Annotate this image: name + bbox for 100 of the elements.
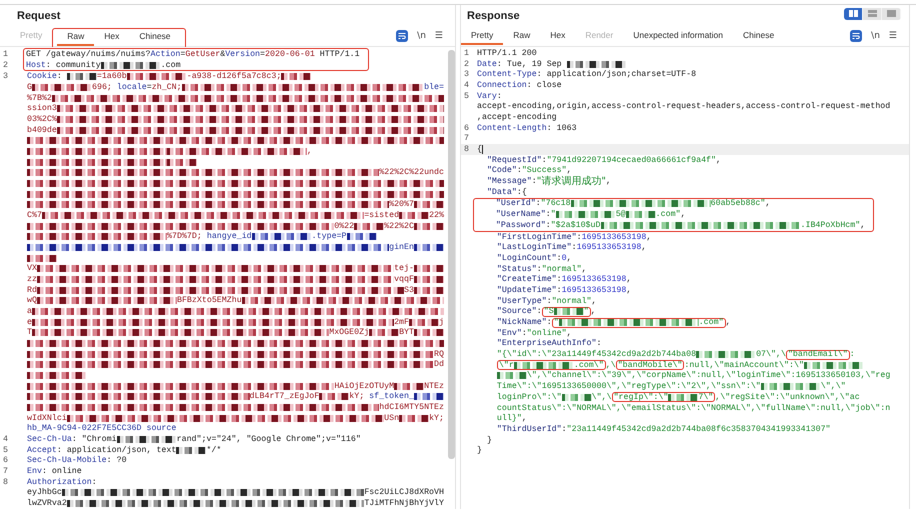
- code-token: wQ: [27, 296, 37, 306]
- code-token: .com\": [574, 360, 604, 370]
- code-token: \",\: [592, 392, 612, 402]
- code-token: :: [556, 254, 562, 263]
- tab[interactable]: Chinese: [129, 28, 181, 46]
- code-token: locale: [116, 82, 147, 92]
- code-token: \",\"channel\":\"39\",\"corpName\":null,\"loginTime\":1695133650103,\"reg: [526, 371, 890, 380]
- code-token: ,\: [606, 360, 616, 370]
- tab[interactable]: Hex: [540, 28, 576, 44]
- code-token: HTTP/1.1: [318, 50, 360, 59]
- code-token: ,: [860, 220, 866, 230]
- code-token: Rd: [27, 286, 37, 295]
- code-token: :: [536, 199, 541, 208]
- code-token: Dd: [434, 360, 444, 370]
- code-token: kY;: [429, 414, 444, 423]
- code-token: dLB4rT7_zEgJoF: [250, 392, 320, 402]
- redaction-mosaic: [414, 393, 444, 400]
- code-token: "LastLoginTime": [496, 243, 572, 252]
- code-token: 22%: [429, 210, 444, 220]
- code-token: "UserName": [494, 210, 546, 220]
- code-token: .IB4PoXbHcm": [800, 220, 860, 230]
- tab[interactable]: Hex: [94, 28, 130, 46]
- code-token: kY;: [349, 392, 364, 402]
- redaction-mosaic: [319, 393, 350, 400]
- code-token: Content-Type: [477, 70, 537, 80]
- code-token: */*: [206, 446, 222, 455]
- code-token: ,: [592, 296, 597, 306]
- redaction-mosaic: [346, 233, 377, 240]
- wrap-toggle[interactable]: [396, 30, 408, 42]
- code-token: ,\"regSite\":\"unknown\",\"ac: [715, 392, 860, 402]
- code-token: }: [477, 446, 482, 456]
- code-token: "76c18: [540, 199, 571, 208]
- code-token: }: [486, 436, 492, 445]
- code-token: :: [496, 92, 502, 101]
- redaction-mosaic: [27, 254, 57, 262]
- code-token: Action: [150, 50, 180, 59]
- code-token: ,: [765, 199, 770, 208]
- code-token: ,: [726, 318, 731, 328]
- code-token: :: [556, 286, 562, 295]
- code-token: Accept: [27, 446, 57, 455]
- code-token: ,: [590, 307, 596, 316]
- code-token: ble=: [424, 82, 444, 92]
- code-token: S3: [404, 286, 414, 295]
- redaction-mosaic: [566, 60, 627, 68]
- code-token: &: [220, 50, 226, 59]
- newline-toggle[interactable]: \n: [417, 31, 426, 41]
- code-token: ,: [566, 166, 572, 176]
- code-token: MxOGE0Zj: [329, 328, 370, 338]
- code-token: \"r: [498, 360, 514, 370]
- code-token: "Password": [494, 220, 546, 230]
- code-token: Content-Length: [477, 124, 547, 133]
- menu-button[interactable]: ☰: [888, 31, 897, 41]
- code-token: ,: [582, 264, 587, 274]
- code-token: :: [546, 296, 552, 306]
- redaction-mosaic: [176, 446, 206, 454]
- code-token: Date: [477, 60, 497, 69]
- tab[interactable]: Raw: [57, 28, 94, 46]
- code-token: :: [850, 350, 855, 360]
- layout-toggle[interactable]: [882, 8, 901, 20]
- code-token: ,: [566, 254, 572, 263]
- redaction-mosaic: [354, 222, 384, 230]
- code-token: "FirstLoginTime": [496, 232, 577, 242]
- tab[interactable]: Unexpected information: [623, 28, 734, 44]
- tab[interactable]: Pretty: [461, 28, 504, 44]
- tab[interactable]: Raw: [503, 28, 540, 44]
- code-token: :: [546, 210, 551, 220]
- redaction-mosaic: [126, 73, 187, 80]
- code-token: 1695133653198: [582, 232, 646, 242]
- code-token: :: [576, 232, 582, 242]
- code-token: "ThirdUserId": [496, 424, 562, 434]
- code-token: :: [546, 220, 551, 230]
- code-token: "CreateTime": [496, 275, 557, 284]
- code-token: NTEz: [424, 382, 444, 391]
- line-number: 3: [463, 70, 470, 80]
- menu-button[interactable]: ☰: [434, 31, 443, 41]
- wrap-lines-icon: [852, 32, 860, 40]
- code-token: =1a60b: [96, 72, 127, 82]
- layout-toggle[interactable]: [844, 8, 863, 20]
- newline-toggle[interactable]: \n: [871, 31, 880, 41]
- code-token: : "Chromi: [72, 435, 117, 444]
- code-token: "Data": [486, 188, 517, 197]
- code-token: =sisted: [364, 210, 400, 220]
- code-token: "Source": [496, 307, 537, 316]
- layout-toggle[interactable]: [863, 8, 882, 20]
- code-token: Authorization: [27, 478, 92, 487]
- code-token: 1695133653198: [576, 243, 642, 252]
- redaction-mosaic: [414, 286, 444, 294]
- code-token: "UserId": [494, 199, 536, 208]
- code-token: %7B%2: [27, 94, 52, 103]
- code-token: 696;: [92, 82, 112, 92]
- redaction-mosaic: [414, 265, 444, 272]
- code-token: %20%7: [389, 200, 414, 210]
- redaction-mosaic: [414, 244, 444, 251]
- wrap-toggle[interactable]: [850, 30, 862, 42]
- code-token: "23a11449f45342cd9a2d2b744ba08f6c3583704341993341307": [566, 424, 831, 434]
- tab[interactable]: Chinese: [733, 28, 784, 44]
- code-token: "online": [526, 328, 567, 338]
- line-number: 1: [463, 48, 470, 58]
- code-token: : online: [42, 467, 82, 476]
- code-token: 60ab5eb88c": [710, 199, 766, 208]
